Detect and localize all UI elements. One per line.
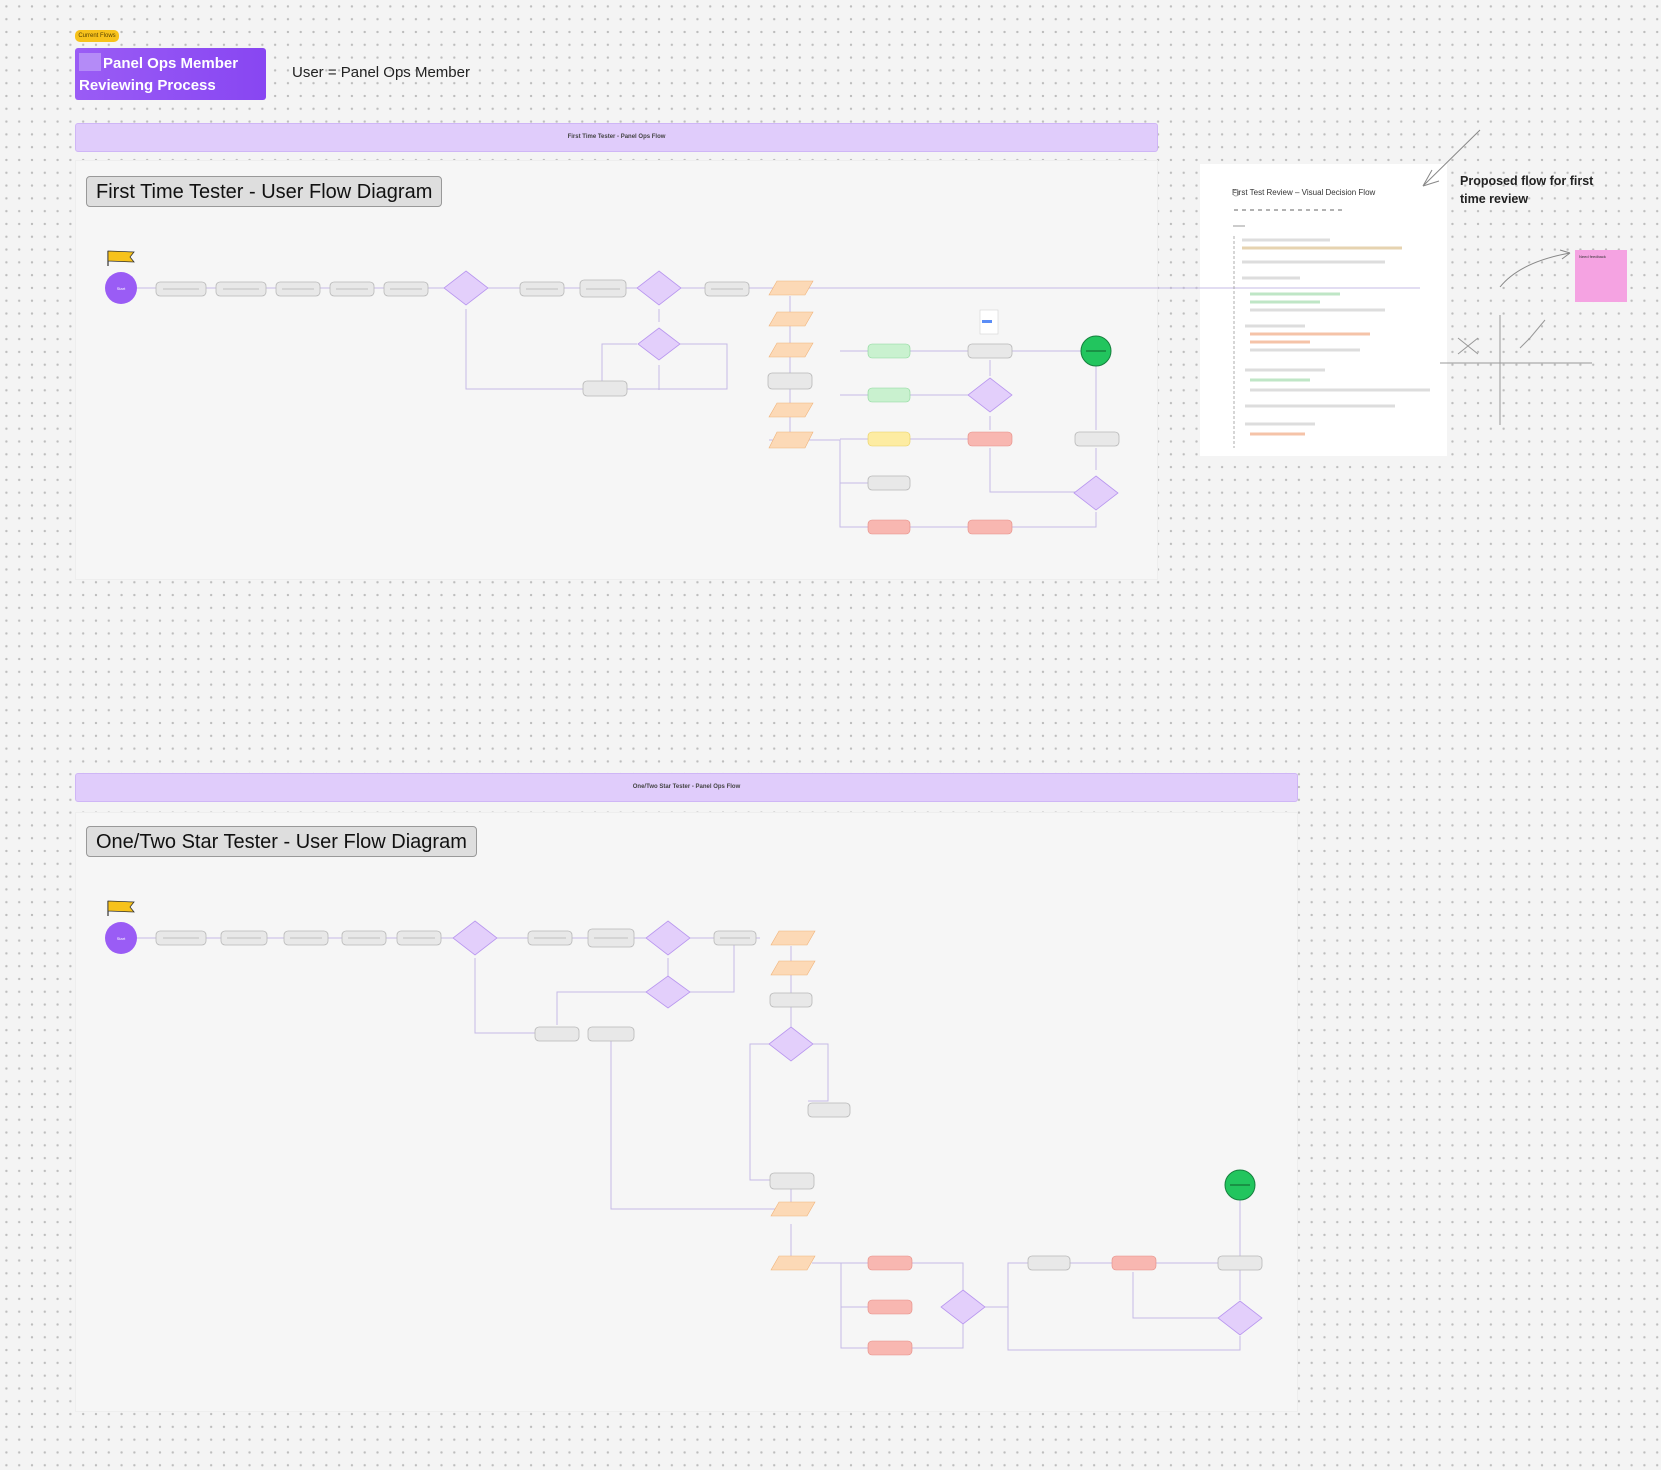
current-flows-tag: Current Flows xyxy=(75,30,119,42)
sticky-note[interactable]: Need feedback xyxy=(1575,250,1627,302)
flow2-banner[interactable]: One/Two Star Tester - Panel Ops Flow xyxy=(75,773,1298,802)
board-title: Panel Ops Member Reviewing Process xyxy=(79,55,239,94)
board-title-card[interactable]: Panel Ops Member Reviewing Process xyxy=(75,48,266,100)
proposed-flow-document[interactable]: First Test Review – Visual Decision Flow xyxy=(1200,164,1447,456)
flow2-panel xyxy=(75,812,1298,1412)
flow1-banner[interactable]: First Time Tester - Panel Ops Flow xyxy=(75,123,1158,152)
user-definition-label: User = Panel Ops Member xyxy=(292,64,470,81)
flow1-heading[interactable]: First Time Tester - User Flow Diagram xyxy=(86,176,443,207)
proposed-flow-note: Proposed flow for first time review xyxy=(1460,174,1594,206)
doc-title: First Test Review – Visual Decision Flow xyxy=(1232,188,1376,197)
color-swatch-icon xyxy=(79,53,101,71)
flow2-heading[interactable]: One/Two Star Tester - User Flow Diagram xyxy=(86,826,477,857)
flow1-panel xyxy=(75,160,1158,580)
sticky-note-text: Need feedback xyxy=(1579,254,1606,259)
